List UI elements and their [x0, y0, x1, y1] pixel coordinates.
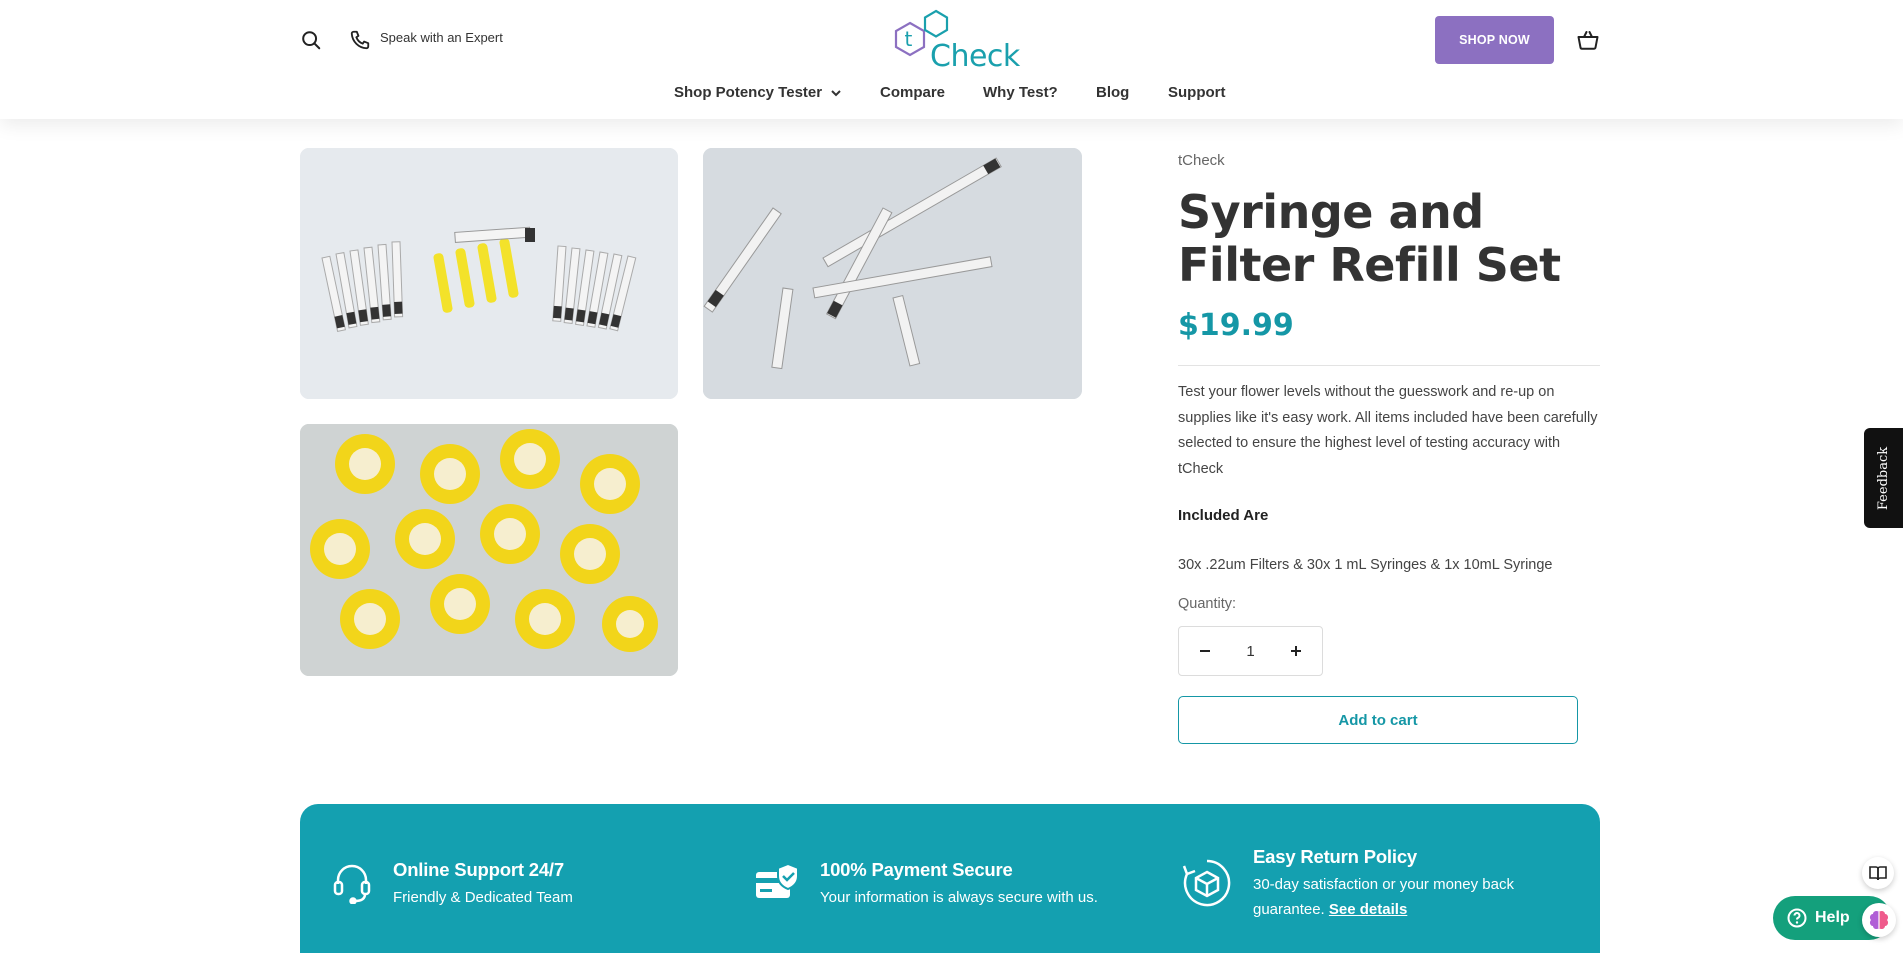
- main-nav: Shop Potency Tester Compare Why Test? Bl…: [0, 84, 1903, 104]
- tcheck-logo[interactable]: t Check: [888, 9, 1020, 74]
- trust-bar: Online Support 24/7 Friendly & Dedicated…: [300, 804, 1600, 953]
- included-heading: Included Are: [1178, 507, 1269, 524]
- nav-compare[interactable]: Compare: [880, 84, 945, 101]
- add-to-cart-button[interactable]: Add to cart: [1178, 696, 1578, 744]
- trust-online-support: Online Support 24/7 Friendly & Dedicated…: [393, 859, 573, 910]
- phone-button[interactable]: [346, 26, 374, 54]
- trust-title: 100% Payment Secure: [820, 859, 1013, 880]
- shop-now-button[interactable]: SHOP NOW: [1435, 16, 1554, 64]
- trust-payment-secure: 100% Payment Secure Your information is …: [820, 859, 1098, 910]
- trust-title: Easy Return Policy: [1253, 846, 1417, 867]
- plus-icon: [1291, 646, 1301, 656]
- minus-icon: [1200, 650, 1210, 652]
- quantity-stepper: [1178, 626, 1323, 676]
- feedback-label: Feedback: [1876, 446, 1891, 510]
- feedback-tab[interactable]: Feedback: [1864, 428, 1903, 528]
- search-button[interactable]: [297, 26, 325, 54]
- nav-label: Blog: [1096, 84, 1130, 101]
- reader-mode-button[interactable]: [1862, 857, 1894, 889]
- trust-easy-return: Easy Return Policy 30-day satisfaction o…: [1253, 846, 1553, 922]
- logo-text: Check: [930, 39, 1020, 74]
- help-label: Help: [1815, 909, 1850, 926]
- cart-button[interactable]: [1574, 26, 1602, 54]
- question-icon: [1787, 908, 1807, 928]
- secure-card-icon: [756, 862, 799, 898]
- product-image-filters[interactable]: [300, 424, 678, 676]
- quantity-input[interactable]: [1230, 642, 1271, 660]
- product-image-syringes-pile[interactable]: [703, 148, 1082, 399]
- product-vendor[interactable]: tCheck: [1178, 152, 1225, 169]
- basket-icon: [1577, 31, 1599, 50]
- nav-shop-potency-tester[interactable]: Shop Potency Tester: [674, 84, 842, 101]
- nav-label: Why Test?: [983, 84, 1058, 101]
- nav-label: Compare: [880, 84, 946, 101]
- nav-blog[interactable]: Blog: [1096, 84, 1129, 101]
- site-header: Speak with an Expert t Check SHOP NOW Sh…: [0, 0, 1903, 119]
- quantity-label: Quantity:: [1178, 596, 1237, 612]
- decrease-quantity-button[interactable]: [1191, 637, 1219, 665]
- book-icon: [1869, 866, 1887, 881]
- see-details-link[interactable]: See details: [1329, 901, 1407, 918]
- brain-icon: [1869, 910, 1889, 930]
- increase-quantity-button[interactable]: [1282, 637, 1310, 665]
- trust-title: Online Support 24/7: [393, 859, 564, 880]
- headset-icon: [333, 864, 371, 904]
- trust-subtitle: Your information is always secure with u…: [820, 889, 1098, 906]
- return-box-icon: [1182, 859, 1231, 907]
- nav-why-test[interactable]: Why Test?: [983, 84, 1058, 101]
- ai-assistant-button[interactable]: [1862, 903, 1896, 937]
- product-description: Test your flower levels without the gues…: [1178, 384, 1598, 477]
- trust-subtitle: 30-day satisfaction or your money back g…: [1253, 872, 1553, 922]
- nav-label: Shop Potency Tester: [674, 84, 823, 101]
- product-image-syringes-row[interactable]: [300, 148, 678, 399]
- trust-subtitle: Friendly & Dedicated Team: [393, 889, 573, 906]
- chevron-down-icon: [831, 89, 841, 96]
- phone-icon: [350, 30, 370, 50]
- included-items: 30x .22um Filters & 30x 1 mL Syringes & …: [1178, 557, 1553, 573]
- divider: [1178, 365, 1600, 366]
- speak-with-expert-link[interactable]: Speak with an Expert: [380, 30, 503, 45]
- logo-letter: t: [905, 27, 913, 51]
- nav-label: Support: [1168, 84, 1226, 101]
- product-title: Syringe and Filter Refill Set: [1178, 185, 1561, 292]
- product-price: $19.99: [1178, 308, 1294, 343]
- search-icon: [302, 31, 321, 50]
- nav-support[interactable]: Support: [1168, 84, 1226, 101]
